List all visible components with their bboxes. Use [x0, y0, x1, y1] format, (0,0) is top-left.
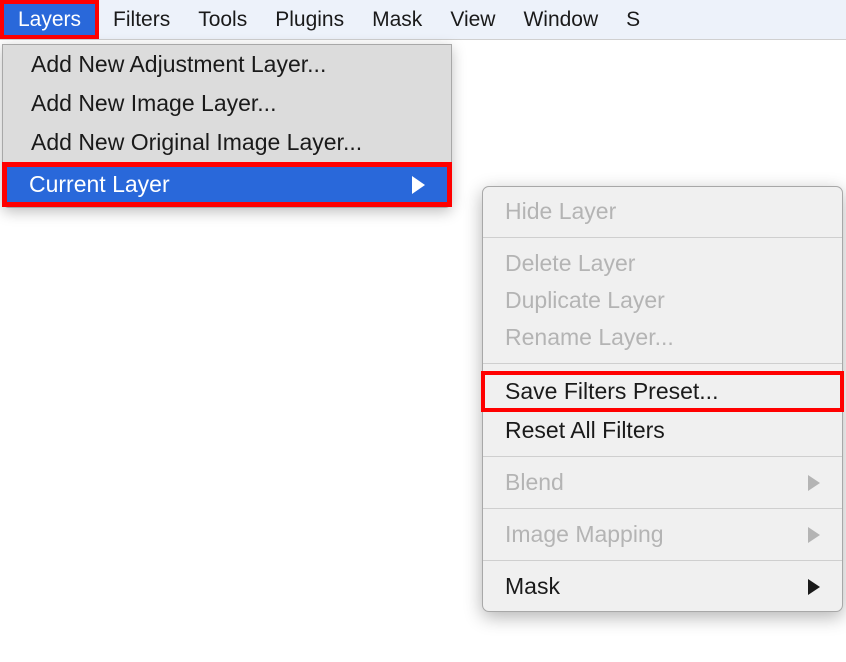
- menubar-item-window[interactable]: Window: [509, 0, 612, 39]
- menubar-label: Layers: [18, 8, 81, 32]
- menubar-label: Mask: [372, 8, 422, 32]
- submenu-delete-layer[interactable]: Delete Layer: [483, 245, 842, 282]
- menubar-label: Plugins: [275, 8, 344, 32]
- menu-add-original-image-layer[interactable]: Add New Original Image Layer...: [3, 123, 451, 162]
- submenu-label: Save Filters Preset...: [505, 378, 718, 405]
- separator: [483, 560, 842, 561]
- current-layer-submenu: Hide Layer Delete Layer Duplicate Layer …: [482, 186, 843, 612]
- submenu-reset-all-filters[interactable]: Reset All Filters: [483, 412, 842, 449]
- menu-current-layer[interactable]: Current Layer: [2, 162, 452, 207]
- submenu-blend[interactable]: Blend: [483, 464, 842, 501]
- menubar-item-tools[interactable]: Tools: [184, 0, 261, 39]
- menubar-label: Window: [523, 8, 598, 32]
- menubar-item-plugins[interactable]: Plugins: [261, 0, 358, 39]
- submenu-hide-layer[interactable]: Hide Layer: [483, 193, 842, 230]
- submenu-label: Hide Layer: [505, 198, 616, 225]
- submenu-label: Image Mapping: [505, 521, 664, 548]
- submenu-label: Reset All Filters: [505, 417, 665, 444]
- separator: [483, 456, 842, 457]
- submenu-label: Duplicate Layer: [505, 287, 665, 314]
- menubar-item-view[interactable]: View: [436, 0, 509, 39]
- menubar-label: S: [626, 8, 640, 32]
- menubar-item-filters[interactable]: Filters: [99, 0, 184, 39]
- layers-dropdown: Add New Adjustment Layer... Add New Imag…: [2, 44, 452, 208]
- submenu-label: Blend: [505, 469, 564, 496]
- menubar-item-truncated[interactable]: S: [612, 0, 654, 39]
- submenu-arrow-icon: [808, 579, 820, 595]
- menu-label: Current Layer: [29, 171, 170, 198]
- menubar-label: View: [450, 8, 495, 32]
- submenu-label: Delete Layer: [505, 250, 635, 277]
- menu-label: Add New Original Image Layer...: [31, 129, 362, 156]
- menu-add-image-layer[interactable]: Add New Image Layer...: [3, 84, 451, 123]
- submenu-label: Rename Layer...: [505, 324, 674, 351]
- menu-label: Add New Adjustment Layer...: [31, 51, 326, 78]
- menubar-item-mask[interactable]: Mask: [358, 0, 436, 39]
- menubar-label: Filters: [113, 8, 170, 32]
- submenu-label: Mask: [505, 573, 560, 600]
- submenu-rename-layer[interactable]: Rename Layer...: [483, 319, 842, 356]
- menubar-item-layers[interactable]: Layers: [0, 0, 99, 39]
- menu-label: Add New Image Layer...: [31, 90, 276, 117]
- separator: [483, 508, 842, 509]
- submenu-image-mapping[interactable]: Image Mapping: [483, 516, 842, 553]
- submenu-arrow-icon: [808, 475, 820, 491]
- menubar-label: Tools: [198, 8, 247, 32]
- submenu-save-filters-preset[interactable]: Save Filters Preset...: [481, 371, 844, 412]
- submenu-duplicate-layer[interactable]: Duplicate Layer: [483, 282, 842, 319]
- menu-add-adjustment-layer[interactable]: Add New Adjustment Layer...: [3, 45, 451, 84]
- menubar: Layers Filters Tools Plugins Mask View W…: [0, 0, 846, 40]
- separator: [483, 237, 842, 238]
- submenu-arrow-icon: [412, 176, 425, 194]
- submenu-arrow-icon: [808, 527, 820, 543]
- separator: [483, 363, 842, 364]
- submenu-mask[interactable]: Mask: [483, 568, 842, 605]
